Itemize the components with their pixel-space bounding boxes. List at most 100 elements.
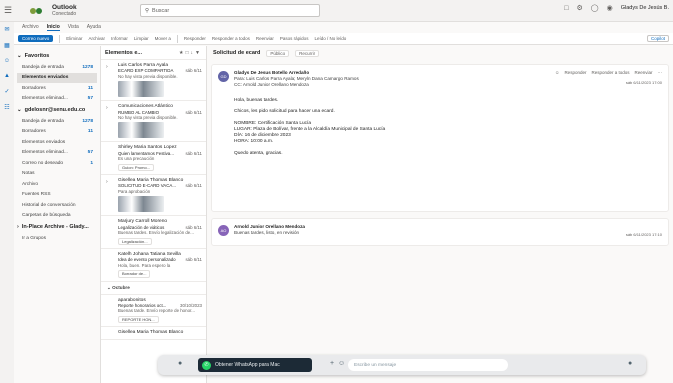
settings-icon[interactable]: ⚙ [576, 4, 582, 12]
folder-item-inbox[interactable]: Bandeja de entrada 1278 [17, 116, 97, 127]
emoji-icon[interactable]: ☺ [338, 360, 345, 367]
people-icon[interactable]: ☺ [4, 58, 10, 64]
menu-item-help[interactable]: Ayuda [87, 24, 101, 30]
account-icon[interactable]: ◉ [607, 4, 613, 12]
whatsapp-banner[interactable]: ✆ Obtener WhatsApp para Mac [198, 358, 312, 372]
reading-pane: Solicitud de ecard Público Recurrir GD G… [207, 46, 673, 383]
reply-all-button[interactable]: Responder a todos [212, 36, 250, 41]
go-to-groups-link[interactable]: Ir a Grupos [17, 233, 97, 244]
message-card[interactable]: GD Gladys De Jesus Botello Arredaño Para… [211, 64, 669, 212]
forward-button[interactable]: Reenviar [256, 36, 274, 41]
message-list: Elementos e... ★□↓▼ › Luis Carlos Parra … [100, 46, 207, 383]
folder-pane: ⌄ Favoritos Bandeja de entrada 1278 Eleme… [14, 46, 100, 383]
app-logo-icon [26, 4, 46, 18]
reply-all-button[interactable]: Responder a todos [591, 70, 629, 76]
menu-icon[interactable]: ☰ [4, 5, 18, 16]
folder-item-drafts[interactable]: Borradores 11 [17, 127, 97, 138]
chevron-right-icon: › [106, 179, 108, 186]
list-tools: ★□↓▼ [179, 50, 202, 56]
folder-item-drafts[interactable]: Borradores 11 [17, 83, 97, 94]
folder-label: Historial de conversación [22, 202, 76, 208]
tips-icon[interactable]: □ [564, 5, 568, 12]
quick-steps-button[interactable]: Pasos rápidos [280, 36, 309, 41]
more-icon[interactable]: ⋯ [658, 70, 663, 76]
archive-header[interactable]: › In-Place Archive - Glady... [17, 224, 97, 230]
help-icon[interactable]: ◯ [591, 4, 599, 12]
conversation-subject: Solicitud de ecard [213, 50, 261, 56]
whatsapp-banner-text: Obtener WhatsApp para Mac [215, 362, 280, 368]
folder-item-rss[interactable]: Fuentes RSS [17, 190, 97, 201]
copilot-button[interactable]: Copilot [646, 35, 669, 42]
folder-item-sent[interactable]: Elementos enviados [17, 72, 97, 83]
folder-item-deleted[interactable]: Elementos eliminad... 57 [17, 94, 97, 105]
user-name[interactable]: Gladys De Jesús B. [621, 5, 669, 11]
message-card-collapsed[interactable]: AO Arnold Junior Orellano Mendoza Buenas… [211, 218, 669, 246]
folder-item-junk[interactable]: Correo no deseado 1 [17, 158, 97, 169]
message-sender: Gisellea Maria Thomas Blanco [118, 330, 184, 336]
folder-item-conversation-history[interactable]: Historial de conversación [17, 200, 97, 211]
date-group-header[interactable]: ⌄ Octubre [101, 282, 206, 295]
tag-chip[interactable]: Recurrir [295, 49, 320, 57]
calendar-icon[interactable]: ▦ [4, 42, 10, 49]
account-header[interactable]: ⌄ gdelosnr@senu.edu.co [17, 107, 97, 113]
sweep-button[interactable]: Limpiar [134, 36, 149, 41]
filter-icon[interactable]: ▼ [195, 50, 202, 56]
emoji-icon[interactable]: ☺ [555, 70, 560, 76]
apps-icon[interactable]: ☷ [4, 104, 9, 111]
report-button[interactable]: Informar [111, 36, 128, 41]
attachment-chip[interactable]: REPORTE HON... [118, 315, 159, 324]
menu-item-home[interactable]: Inicio [46, 24, 60, 31]
folder-item-inbox[interactable]: Bandeja de entrada 1278 [17, 62, 97, 73]
outlook-window: ☰ Outlook Conectado ⚲ Buscar □ ⚙ ◯ ◉ Gla… [0, 0, 673, 383]
title-bar: ☰ Outlook Conectado ⚲ Buscar □ ⚙ ◯ ◉ Gla… [0, 0, 673, 22]
microphone-icon[interactable]: ● [628, 360, 632, 367]
list-item[interactable]: › Gisellea Maria Thomas Blanco SOLICITUD… [101, 175, 206, 217]
plus-icon[interactable]: + [330, 360, 334, 367]
read-unread-button[interactable]: Leído / No leído [314, 36, 346, 41]
groups-icon[interactable]: ▲ [4, 73, 10, 79]
folder-item-notes[interactable]: Notas [17, 169, 97, 180]
chevron-right-icon: › [106, 64, 108, 70]
folder-item-archive[interactable]: Archivo [17, 179, 97, 190]
favorites-header[interactable]: ⌄ Favoritos [17, 53, 97, 59]
reply-button[interactable]: Responder [564, 70, 586, 76]
folder-label: Elementos eliminad... [22, 96, 68, 102]
list-item[interactable]: Gisellea Maria Thomas Blanco [101, 327, 206, 340]
folder-label: Borradores [22, 85, 46, 91]
archive-label: In-Place Archive - Glady... [21, 224, 89, 230]
message-date: sáb 6/11 [185, 150, 202, 156]
folder-item-deleted[interactable]: Elementos eliminad... 57 [17, 148, 97, 159]
attachment-chip[interactable]: Legalización... [118, 237, 152, 245]
message-date: sáb 6/11/2023 17:00 [625, 80, 662, 85]
message-input[interactable]: Escribe un mensaje [348, 359, 508, 371]
list-item[interactable]: Katelh Johana Tatiana Sevilla Idea de ev… [101, 249, 206, 282]
mail-icon[interactable]: ✉ [4, 26, 9, 33]
menu-item-file[interactable]: Archivo [22, 24, 39, 30]
attachment-chip[interactable]: Borrador de... [118, 270, 151, 278]
archive-button[interactable]: Archivar [89, 36, 106, 41]
list-item[interactable]: › Comunicaciones Atlántico RUMBO AL CAMB… [101, 101, 206, 143]
tag-chip[interactable]: Público [266, 49, 290, 57]
folder-item-search-folders[interactable]: Carpetas de búsqueda [17, 211, 97, 222]
message-body: Hola, buenas tardes. Chicos, les pido so… [234, 98, 385, 162]
new-mail-button[interactable]: Correo nuevo [18, 35, 54, 42]
list-item[interactable]: Marjury Carroll Moreno Legalización de v… [101, 216, 206, 249]
todo-icon[interactable]: ✓ [4, 88, 9, 95]
reply-button[interactable]: Responder [184, 36, 206, 41]
list-item[interactable]: Shirley Maria Santos Lopez Quien lamenta… [101, 142, 206, 176]
list-item[interactable]: › Luis Carlos Parra Ayala ECARD EXP COMP… [101, 60, 206, 102]
search-input[interactable]: ⚲ Buscar [140, 4, 320, 17]
search-placeholder: Buscar [152, 7, 170, 14]
message-subject: ECARD EXP COMPARTIDA [118, 68, 174, 74]
move-button[interactable]: Mover a [155, 36, 171, 41]
message-subject: Legalización de viáticos [118, 224, 165, 230]
list-item[interactable]: aparabonitos Reporte honorarios oct... 30… [101, 295, 206, 328]
delete-button[interactable]: Eliminar [66, 36, 82, 41]
apple-icon[interactable]: ● [178, 360, 182, 367]
folder-item-sent[interactable]: Elementos enviados [17, 137, 97, 148]
menu-item-view[interactable]: Vista [68, 24, 79, 30]
message-subject: Idea de evento personalizado [118, 257, 176, 263]
forward-button[interactable]: Reenviar [634, 70, 652, 76]
attachment-chip[interactable]: Guion: Promo... [118, 163, 155, 172]
message-header: Gladys De Jesus Botello Arredaño Para: L… [234, 70, 359, 88]
